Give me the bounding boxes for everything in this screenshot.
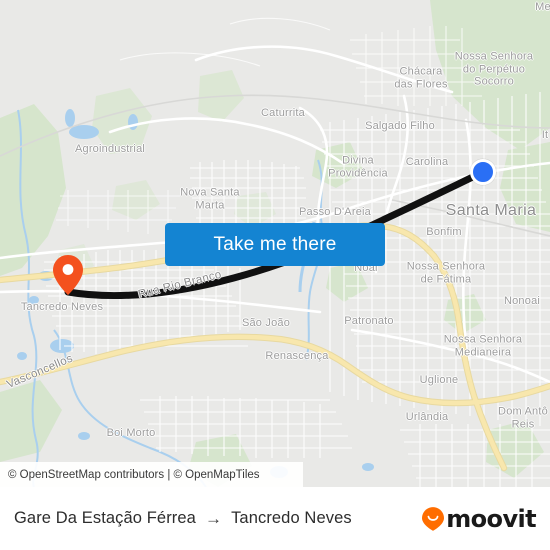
moovit-pin-icon [422,506,445,531]
arrow-right-icon: → [204,509,223,528]
trip-title: Gare Da Estação Férrea → Tancredo Neves [14,509,352,528]
map-attribution: © OpenStreetMap contributors | © OpenMap… [0,462,303,487]
moovit-logo[interactable]: moovit [422,504,537,533]
attribution-text[interactable]: © OpenStreetMap contributors | © OpenMap… [8,469,260,481]
trip-destination-label: Tancredo Neves [231,509,352,527]
trip-origin-label: Gare Da Estação Férrea [14,509,196,527]
origin-dot-marker[interactable] [470,159,496,185]
map-canvas[interactable]: Agroindustrial Caturrita Chácara das Flore… [0,0,550,487]
take-me-there-button[interactable]: Take me there [165,223,385,266]
moovit-trip-map-page: Agroindustrial Caturrita Chácara das Flore… [0,0,550,550]
bottom-bar: Gare Da Estação Férrea → Tancredo Neves … [0,487,550,550]
moovit-wordmark: moovit [446,504,536,533]
destination-pin-marker[interactable] [53,255,83,295]
